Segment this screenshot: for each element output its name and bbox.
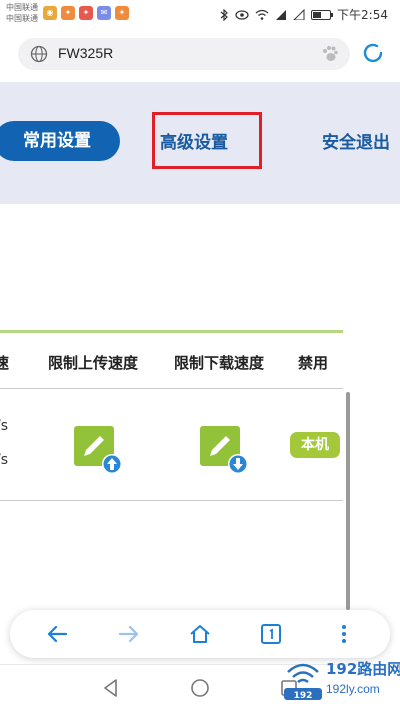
eye-icon [235, 9, 249, 20]
edit-upload-limit-button[interactable] [72, 424, 124, 476]
forward-arrow-icon[interactable] [116, 622, 140, 646]
row-divider [0, 388, 343, 389]
more-menu-icon[interactable] [332, 622, 356, 646]
tab-common-settings[interactable]: 常用设置 [0, 121, 120, 161]
weibo-icon: ◉ [43, 6, 57, 20]
url-text[interactable]: FW325R [58, 45, 113, 61]
address-bar[interactable]: FW325R [18, 38, 350, 70]
nav-home-icon[interactable] [189, 677, 211, 699]
local-device-badge: 本机 [290, 432, 340, 458]
column-header-download-limit: 限制下载速度 [174, 354, 265, 372]
logo-text: 192 [294, 691, 313, 701]
router-wifi-logo-icon: 192 [284, 663, 322, 701]
mail-icon: ✉ [97, 6, 111, 20]
app-icon: ✦ [61, 6, 75, 20]
column-header-upload-limit: 限制上传速度 [48, 354, 139, 372]
nav-back-icon[interactable] [100, 677, 122, 699]
scrollbar[interactable] [346, 392, 350, 610]
upload-speed-value: /s [0, 418, 9, 434]
table-top-border [0, 330, 343, 333]
column-header-disable: 禁用 [298, 354, 329, 372]
home-icon[interactable] [188, 622, 212, 646]
signal-icon [276, 10, 287, 20]
battery-icon [311, 9, 334, 20]
tab-advanced-settings[interactable]: 高级设置 [160, 128, 228, 153]
watermark-title: 192路由网 [326, 660, 400, 678]
download-speed-value: /s [0, 452, 9, 468]
watermark-logo: 192 192路由网 192ly.com [282, 656, 400, 708]
row-divider [0, 500, 343, 501]
status-bar: 中国联通 中国联通 ◉ ✦ ✦ ✉ ✦ 下午2:54 [0, 0, 400, 30]
carrier-label: 中国联通 [6, 3, 38, 12]
carrier-label: 中国联通 [6, 14, 38, 23]
edit-download-limit-button[interactable] [198, 424, 250, 476]
system-status: 下午2:54 [219, 6, 388, 23]
paw-icon[interactable] [320, 44, 340, 64]
tab-safe-logout[interactable]: 安全退出 [322, 128, 390, 153]
bluetooth-icon [220, 8, 228, 21]
clock: 下午2:54 [337, 8, 388, 22]
watermark-url: 192ly.com [326, 682, 380, 696]
browser-toolbar [10, 610, 390, 658]
column-header-speed: 速 [0, 354, 10, 372]
notification-icons: ◉ ✦ ✦ ✉ ✦ [43, 6, 129, 20]
signal-icon [293, 9, 305, 20]
refresh-icon[interactable] [360, 40, 386, 66]
back-arrow-icon[interactable] [46, 622, 70, 646]
app-icon: ✦ [115, 6, 129, 20]
app-icon: ✦ [79, 6, 93, 20]
wifi-icon [255, 9, 269, 20]
globe-icon [30, 45, 48, 63]
tabs-icon[interactable] [259, 622, 283, 646]
